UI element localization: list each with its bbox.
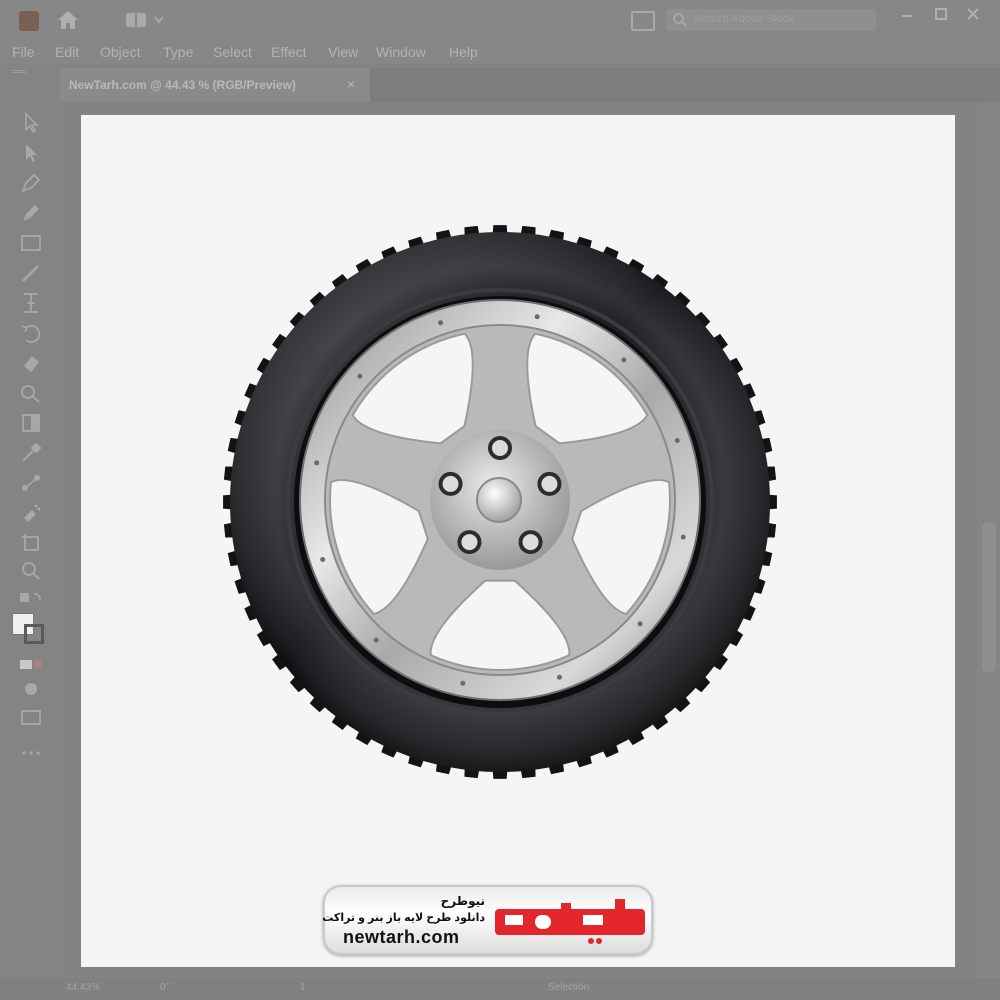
restore-icon[interactable] bbox=[931, 6, 951, 22]
status-bar: 44.43% 0° 1 Selection bbox=[0, 978, 1000, 1000]
menu-effect[interactable]: Effect bbox=[271, 44, 307, 60]
pen-tool-icon[interactable] bbox=[18, 170, 44, 196]
width-tool-icon[interactable] bbox=[18, 290, 44, 316]
selection-tool-icon[interactable] bbox=[18, 110, 44, 136]
workspace-switcher-icon[interactable] bbox=[125, 12, 171, 28]
search-icon bbox=[672, 12, 688, 28]
menu-bar: File Edit Object Type Select Effect View… bbox=[0, 40, 1000, 64]
screen-mode-icon[interactable] bbox=[18, 704, 44, 730]
zoom-tool-icon[interactable] bbox=[18, 558, 44, 584]
menu-type[interactable]: Type bbox=[163, 44, 193, 60]
swap-colors-icon[interactable] bbox=[18, 586, 44, 604]
panel-grip[interactable] bbox=[12, 70, 26, 73]
color-mode-icon[interactable] bbox=[18, 652, 44, 670]
scroll-thumb[interactable] bbox=[982, 522, 996, 672]
artboard-tool-icon[interactable] bbox=[18, 530, 44, 556]
gradient-tool-icon[interactable] bbox=[18, 410, 44, 436]
document-tab-label: NewTarh.com @ 44.43 % (RGB/Preview) bbox=[69, 78, 296, 92]
blend-tool-icon[interactable] bbox=[18, 470, 44, 496]
shape-builder-tool-icon[interactable] bbox=[18, 380, 44, 406]
menu-file[interactable]: File bbox=[12, 44, 35, 60]
watermark-brand-name: نیوطرح bbox=[440, 894, 485, 908]
status-mode: Selection bbox=[548, 982, 590, 993]
tools-panel bbox=[0, 64, 60, 980]
stroke-color-swatch[interactable] bbox=[24, 624, 44, 644]
arrange-documents-icon[interactable] bbox=[631, 11, 655, 31]
app-logo-icon bbox=[19, 11, 39, 31]
curvature-tool-icon[interactable] bbox=[18, 200, 44, 226]
search-placeholder: Search Adobe Stock bbox=[694, 13, 794, 25]
menu-window[interactable]: Window bbox=[376, 44, 426, 60]
home-icon[interactable] bbox=[56, 9, 80, 31]
rotate-tool-icon[interactable] bbox=[18, 320, 44, 346]
eraser-tool-icon[interactable] bbox=[18, 350, 44, 376]
watermark-url: newtarh.com bbox=[343, 927, 460, 947]
menu-view[interactable]: View bbox=[328, 44, 358, 60]
newtarh-logo bbox=[491, 893, 649, 949]
rectangle-tool-icon[interactable] bbox=[18, 230, 44, 256]
close-window-icon[interactable] bbox=[963, 6, 983, 22]
watermark-badge: نیوطرح دانلود طرح لایه باز بنر و تراکت n… bbox=[322, 885, 653, 955]
menu-edit[interactable]: Edit bbox=[55, 44, 79, 60]
vertical-scrollbar[interactable] bbox=[978, 102, 1000, 978]
paintbrush-tool-icon[interactable] bbox=[18, 260, 44, 286]
draw-mode-icon[interactable] bbox=[18, 676, 44, 702]
stock-search-field[interactable]: Search Adobe Stock bbox=[666, 9, 876, 31]
document-tab-bar: NewTarh.com @ 44.43 % (RGB/Preview) × bbox=[60, 68, 1000, 102]
rotation-value[interactable]: 0° bbox=[160, 982, 170, 993]
direct-selection-tool-icon[interactable] bbox=[18, 140, 44, 166]
close-tab-icon[interactable]: × bbox=[347, 76, 355, 92]
eyedropper-tool-icon[interactable] bbox=[18, 440, 44, 466]
more-tools-icon[interactable] bbox=[18, 740, 44, 755]
document-tab[interactable]: NewTarh.com @ 44.43 % (RGB/Preview) × bbox=[60, 68, 370, 102]
menu-object[interactable]: Object bbox=[100, 44, 140, 60]
symbol-sprayer-tool-icon[interactable] bbox=[18, 500, 44, 526]
menu-help[interactable]: Help bbox=[449, 44, 478, 60]
artboard-number[interactable]: 1 bbox=[300, 982, 306, 993]
watermark-tagline: دانلود طرح لایه باز بنر و تراکت bbox=[322, 912, 485, 924]
zoom-level[interactable]: 44.43% bbox=[66, 982, 100, 993]
car-wheel-illustration[interactable] bbox=[215, 220, 785, 780]
title-bar: Search Adobe Stock bbox=[0, 0, 1000, 40]
menu-select[interactable]: Select bbox=[213, 44, 252, 60]
minimize-icon[interactable] bbox=[897, 6, 917, 22]
